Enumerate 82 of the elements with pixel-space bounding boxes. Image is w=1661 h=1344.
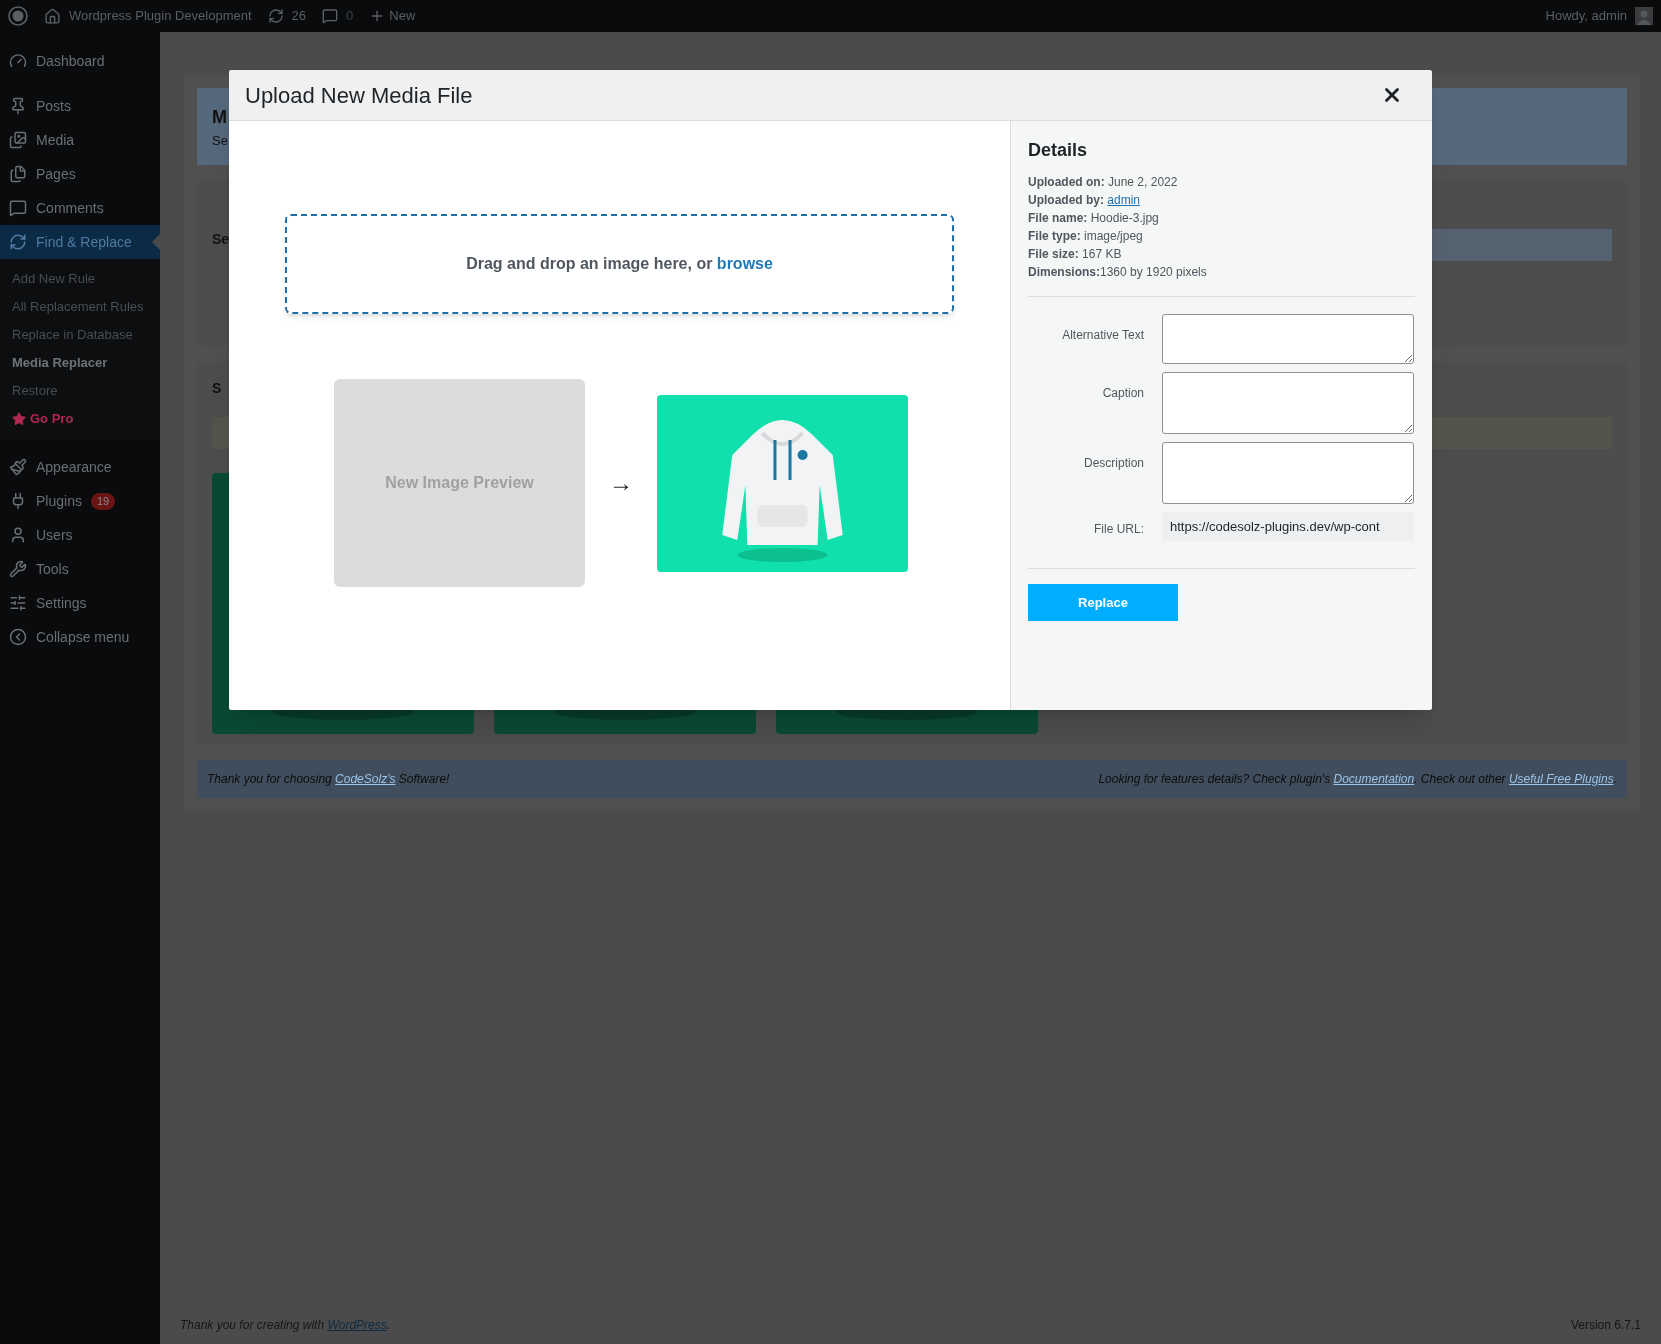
page-title: M — [212, 106, 227, 129]
section-label: S — [212, 379, 222, 398]
dashboard-icon — [9, 52, 27, 70]
submenu-item[interactable]: Media Replacer — [0, 349, 160, 377]
menu-item[interactable]: Users — [0, 518, 160, 552]
preview-label: New Image Preview — [385, 473, 534, 493]
logo-icon[interactable] — [8, 6, 28, 26]
promo-link[interactable]: Go Pro — [0, 405, 160, 433]
greeting[interactable]: Howdy, admin — [1545, 6, 1627, 26]
menu-label: Users — [36, 525, 73, 545]
author-link[interactable]: admin — [1107, 193, 1141, 207]
codesolz-link[interactable]: CodeSolz's — [335, 772, 396, 786]
field-label: File URL: — [1093, 521, 1144, 538]
user-icon — [9, 526, 27, 544]
field-label: Caption — [1101, 385, 1144, 402]
docs-text: Looking for features details? Check plugin's Documentation. Check out other Useful Free Plugins. — [1098, 771, 1617, 788]
submenu-item[interactable]: Restore — [0, 377, 160, 405]
menu-label: Pages — [36, 164, 76, 184]
menu-item[interactable]: Settings — [0, 586, 160, 620]
menu-label: Appearance — [36, 457, 112, 477]
page-subtitle: Se — [212, 132, 228, 150]
menu-label: Find & Replace — [36, 232, 132, 252]
field-label: Alternative Text — [1061, 327, 1144, 344]
menu-item[interactable]: Appearance — [0, 450, 160, 484]
section-label: Se — [212, 230, 230, 249]
meta-line: File name: Hoodie-3.jpg — [1028, 210, 1160, 226]
menu-label: Plugins — [36, 491, 82, 511]
meta-line: Uploaded by: admin — [1028, 192, 1142, 208]
media-icon — [9, 131, 27, 149]
menu-item[interactable]: Collapse menu — [0, 620, 160, 654]
text-area[interactable] — [1162, 442, 1414, 504]
menu-label: Posts — [36, 96, 71, 116]
meta-line: Uploaded on: June 2, 2022 — [1028, 174, 1179, 190]
collapse-icon — [9, 628, 27, 646]
submenu-item[interactable]: Add New Rule — [0, 265, 160, 293]
submenu-item[interactable]: All Replacement Rules — [0, 293, 160, 321]
wrench-icon — [9, 560, 27, 578]
menu-item[interactable]: Find & Replace — [0, 225, 160, 259]
menu-label: Dashboard — [36, 51, 105, 71]
replace-button[interactable]: Replace — [1028, 584, 1178, 621]
menu-label: Media — [36, 130, 75, 150]
sliders-icon — [9, 594, 27, 612]
thanks-text: Thank you for choosing CodeSolz's Software! — [207, 771, 450, 788]
menu-item[interactable]: Pages — [0, 157, 160, 191]
updates-count[interactable]: 26 — [291, 6, 307, 26]
star-icon — [12, 412, 26, 426]
brush-icon — [9, 458, 27, 476]
menu-item[interactable]: Posts — [0, 89, 160, 123]
menu-item[interactable]: Dashboard — [0, 44, 160, 78]
comment-icon[interactable] — [322, 8, 339, 24]
arrow-text: → — [609, 468, 633, 498]
updates-icon[interactable] — [267, 8, 284, 24]
browse-link[interactable]: browse — [716, 255, 773, 272]
menu-item[interactable]: Comments — [0, 191, 160, 225]
menu-item[interactable]: Media — [0, 123, 160, 157]
menu-label: Tools — [36, 559, 69, 579]
text-area[interactable] — [1162, 372, 1414, 434]
meta-line: File size: 167 KB — [1028, 246, 1123, 262]
comment-icon — [9, 199, 27, 217]
menu-item[interactable]: Tools — [0, 552, 160, 586]
details-heading: Details — [1028, 139, 1089, 162]
menu-label: Settings — [36, 593, 87, 613]
count-badge: 19 — [90, 492, 116, 510]
site-title[interactable]: Wordpress Plugin Development — [69, 6, 252, 26]
menu-label: Comments — [36, 198, 104, 218]
menu-label: Collapse menu — [36, 627, 130, 647]
pages-icon — [9, 165, 27, 183]
plugins-link[interactable]: Useful Free Plugins — [1508, 772, 1614, 786]
meta-line: Dimensions:1360 by 1920 pixels — [1028, 264, 1208, 280]
menu-item[interactable]: Plugins 19 — [0, 484, 160, 518]
submenu-item[interactable]: Replace in Database — [0, 321, 160, 349]
meta-line: File type: image/jpeg — [1028, 228, 1144, 244]
new-link[interactable]: New — [389, 6, 416, 26]
field-label: Description — [1082, 455, 1144, 472]
drop-zone[interactable]: Drag and drop an image here, or browse — [285, 214, 954, 314]
url-field[interactable]: https://codesolz-plugins.dev/wp-cont — [1162, 512, 1414, 541]
modal-title: Upload New Media File — [245, 81, 473, 110]
home-icon[interactable] — [44, 7, 61, 25]
drop-zone-text: Drag and drop an image here, or browse — [466, 254, 773, 274]
text-area[interactable] — [1162, 314, 1414, 364]
pin-icon — [9, 97, 27, 115]
refresh-icon — [9, 233, 27, 251]
